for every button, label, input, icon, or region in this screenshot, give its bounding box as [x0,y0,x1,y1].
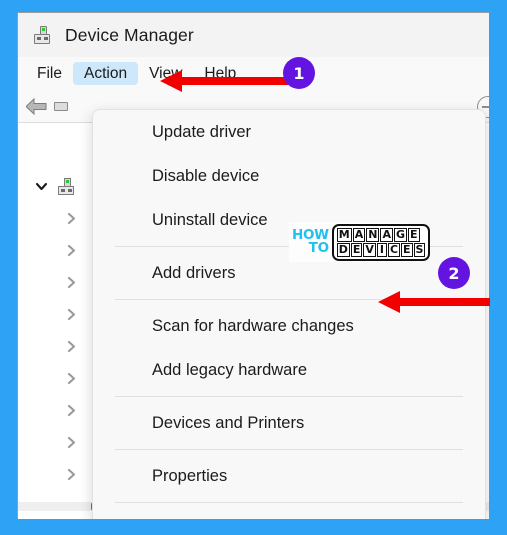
menu-item-update-driver[interactable]: Update driver [93,110,485,154]
tree-item-row[interactable] [62,363,80,394]
blue-background-frame: Device Manager File Action View Help Upd… [0,0,507,535]
tree-item-row[interactable] [62,331,80,362]
stop-square-icon[interactable] [54,102,68,111]
menubar-item-action[interactable]: Action [72,61,139,86]
device-manager-icon [31,25,53,45]
chevron-right-icon[interactable] [62,434,80,452]
chevron-right-icon[interactable] [62,274,80,292]
computer-icon [56,177,76,196]
chevron-right-icon[interactable] [62,338,80,356]
menu-item-help[interactable]: Help [93,507,485,519]
watermark-howto-text: HOW TO [292,229,329,255]
menu-item-properties[interactable]: Properties [93,454,485,498]
tree-item-row[interactable] [62,395,80,426]
menu-separator [115,449,463,450]
chevron-right-icon[interactable] [62,466,80,484]
menu-item-disable-device[interactable]: Disable device [93,154,485,198]
annotation-arrow-to-scan-for-hardware-changes [378,289,490,320]
chevron-right-icon[interactable] [62,210,80,228]
back-arrow-icon[interactable] [26,98,47,115]
watermark-boxed-text: MANAGE DEVICES [331,223,431,261]
chevron-down-icon[interactable] [32,178,50,196]
tree-item-row[interactable] [62,299,80,330]
menubar-item-file[interactable]: File [26,62,73,86]
menu-separator [115,502,463,503]
watermark-logo: HOW TO MANAGE DEVICES [289,222,431,262]
chevron-right-icon[interactable] [62,370,80,388]
tree-item-row[interactable] [62,267,80,298]
watermark-word-manage: MANAGE [336,227,420,242]
tree-root-row[interactable] [32,171,76,202]
tree-item-row[interactable] [62,427,80,458]
watermark-line2: TO [308,240,329,256]
menu-separator [115,396,463,397]
chevron-right-icon[interactable] [62,306,80,324]
tree-item-row[interactable] [62,235,80,266]
tree-item-row[interactable] [62,459,80,490]
chevron-right-icon[interactable] [62,402,80,420]
annotation-arrow-to-action-menu [160,68,288,99]
menu-item-devices-and-printers[interactable]: Devices and Printers [93,401,485,445]
page-title: Device Manager [65,24,194,45]
watermark-word-devices: DEVICES [336,242,426,257]
menu-item-add-legacy-hardware[interactable]: Add legacy hardware [93,348,485,392]
tree-item-row[interactable] [62,203,80,234]
window-titlebar: Device Manager [18,13,489,57]
annotation-badge-1: 1 [283,57,315,89]
annotation-badge-2: 2 [438,257,470,289]
chevron-right-icon[interactable] [62,242,80,260]
